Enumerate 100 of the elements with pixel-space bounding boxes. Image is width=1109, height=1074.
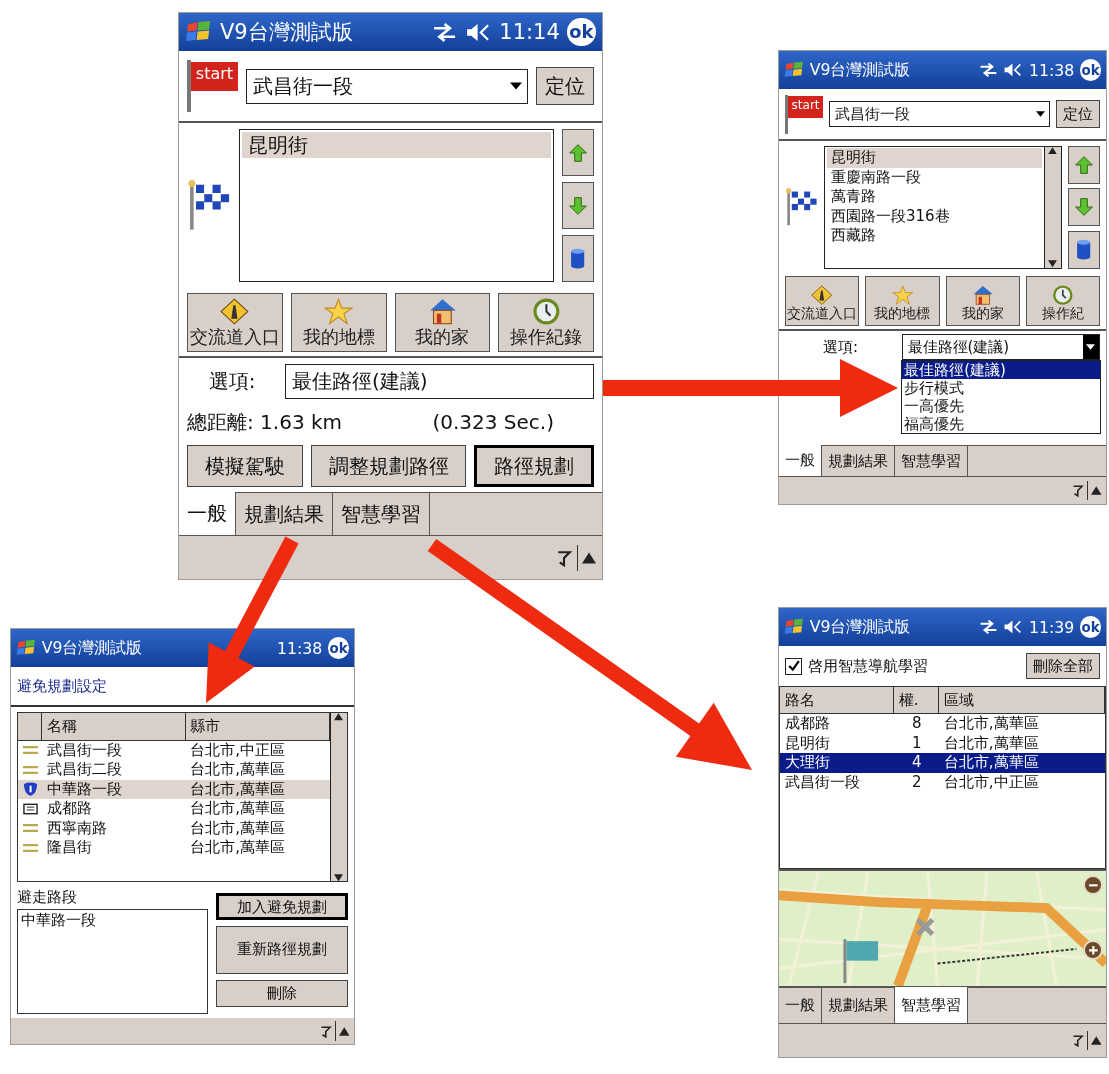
down-caret-icon xyxy=(334,873,344,882)
locate-button[interactable]: 定位 xyxy=(1056,99,1100,129)
ok-button[interactable]: ok xyxy=(567,17,596,47)
list-item[interactable]: 西園路一段316巷 xyxy=(826,206,1042,226)
sync-icon xyxy=(978,62,998,78)
table-row[interactable]: 武昌街一段 2 台北市,中正區 xyxy=(780,772,1105,793)
move-up-button[interactable] xyxy=(562,129,594,176)
table-row[interactable]: 隆昌街 台北市,萬華區 xyxy=(18,838,330,858)
plus-icon xyxy=(1088,945,1099,956)
table-row[interactable]: 大理街 4 台北市,萬華區 xyxy=(780,753,1105,773)
column-header[interactable]: 名稱 xyxy=(42,713,186,740)
road-icon xyxy=(22,841,38,854)
sync-icon xyxy=(978,619,998,635)
column-header[interactable]: 區域 xyxy=(939,687,1105,714)
avoided-road-list[interactable]: 中華路一段 xyxy=(17,908,209,1014)
action-button[interactable]: 調整規劃路徑 xyxy=(310,445,467,487)
checkered-flag-icon xyxy=(187,179,231,232)
window-title: V9台灣測試版 xyxy=(41,637,143,659)
shortcut-button[interactable]: 我的地標 xyxy=(290,292,387,352)
ok-button[interactable]: ok xyxy=(1079,616,1102,638)
list-item[interactable]: 昆明街 xyxy=(826,148,1042,168)
tab[interactable]: 一般 xyxy=(779,445,822,476)
up-caret-icon[interactable] xyxy=(582,551,596,564)
action-button[interactable]: 模擬駕駛 xyxy=(187,445,303,487)
table-cell-text: 2 xyxy=(911,772,923,793)
windows-flag-icon xyxy=(185,20,213,44)
keyboard-icon[interactable] xyxy=(318,1023,332,1039)
move-down-button[interactable] xyxy=(562,182,594,229)
list-item[interactable]: 昆明街 xyxy=(242,132,551,158)
start-flag: start xyxy=(785,94,824,134)
table-cell-text: 1 xyxy=(911,733,923,754)
window-title: V9台灣測試版 xyxy=(219,19,353,46)
locate-button[interactable]: 定位 xyxy=(536,67,594,105)
shortcut-button[interactable]: 我的家 xyxy=(394,292,491,352)
street-select[interactable]: 武昌街一段 xyxy=(245,68,528,104)
move-up-button[interactable] xyxy=(1068,145,1100,184)
list-item[interactable]: 萬青路 xyxy=(826,187,1042,207)
keyboard-icon[interactable] xyxy=(1070,483,1084,498)
action-button[interactable]: 重新路徑規劃 xyxy=(215,925,348,974)
table-row[interactable]: 昆明街 1 台北市,萬華區 xyxy=(780,733,1105,754)
action-button[interactable]: 刪除 xyxy=(215,979,348,1007)
street-select[interactable]: 武昌街一段 xyxy=(829,100,1050,128)
scrollbar[interactable] xyxy=(1043,146,1061,268)
table-cell-text: 4 xyxy=(911,753,923,773)
action-button[interactable]: 加入避免規劃 xyxy=(215,892,348,920)
down-arrow-icon xyxy=(568,195,588,216)
keyboard-icon[interactable] xyxy=(1070,1033,1084,1048)
scrollbar[interactable] xyxy=(329,713,347,882)
shortcut-button[interactable]: 我的家 xyxy=(945,276,1020,326)
up-caret-icon[interactable] xyxy=(1091,1036,1102,1045)
shortcut-button[interactable]: 我的地標 xyxy=(865,276,940,326)
windows-flag-icon xyxy=(783,61,805,79)
ok-button[interactable]: ok xyxy=(327,637,350,659)
table-cell-text: 台北市,萬華區 xyxy=(189,760,287,780)
shortcut-button[interactable]: 交流道入口 xyxy=(187,292,283,352)
list-item[interactable]: 西藏路 xyxy=(826,226,1042,246)
up-caret-icon[interactable] xyxy=(1091,486,1102,495)
clock-time: 11:38 xyxy=(277,638,323,658)
table-row[interactable]: 成都路 8 台北市,萬華區 xyxy=(780,714,1105,734)
table-cell-text: 8 xyxy=(911,714,923,734)
table-cell-text: 昆明街 xyxy=(783,733,831,754)
shortcut-button[interactable]: 交流道入口 xyxy=(785,276,860,326)
table-cell-text: 成都路 xyxy=(783,714,831,734)
star-icon xyxy=(324,297,353,325)
route-option-select[interactable]: 最佳路徑(建議) xyxy=(902,333,1100,361)
table-cell-text: 台北市,中正區 xyxy=(942,772,1040,793)
database-button[interactable] xyxy=(562,235,594,282)
page-heading: 避免規劃設定 xyxy=(17,676,107,696)
table-row[interactable]: 成都路 台北市,萬華區 xyxy=(18,799,330,819)
checkbox[interactable] xyxy=(785,657,802,675)
table-row[interactable]: 中華路一段 台北市,萬華區 xyxy=(18,779,330,799)
table-cell-text: 台北市,萬華區 xyxy=(189,779,287,799)
speaker-icon xyxy=(1003,62,1024,78)
column-header[interactable]: 縣市 xyxy=(185,713,330,740)
route-option-select[interactable]: 最佳路徑(建議) xyxy=(285,363,594,399)
table-row[interactable]: 武昌街二段 台北市,萬華區 xyxy=(18,760,330,780)
checkmark-icon xyxy=(787,660,800,672)
destination-list[interactable]: 昆明街 xyxy=(239,129,554,282)
column-header[interactable]: 權. xyxy=(894,687,940,714)
shortcut-button[interactable]: 操作紀錄 xyxy=(498,292,594,352)
move-down-button[interactable] xyxy=(1068,188,1100,226)
sync-icon xyxy=(432,21,458,43)
list-item[interactable]: 中華路一段 xyxy=(21,911,205,931)
list-item[interactable]: 重慶南路一段 xyxy=(826,167,1042,187)
table-cell-text: 台北市,萬華區 xyxy=(189,799,287,819)
shortcut-button[interactable]: 操作紀 xyxy=(1025,276,1100,326)
up-caret-icon[interactable] xyxy=(339,1026,350,1036)
destination-list[interactable]: 昆明街 重慶南路一段 萬青路 西園路一段316巷 西藏路 xyxy=(824,145,1062,269)
menu-item[interactable]: 最佳路徑(建議) xyxy=(902,361,1100,380)
action-button[interactable]: 路徑規劃 xyxy=(474,445,594,487)
clock-icon xyxy=(1052,285,1074,306)
up-caret-icon xyxy=(1048,146,1058,154)
delete-all-button[interactable]: 刪除全部 xyxy=(1026,653,1100,679)
column-header[interactable]: 路名 xyxy=(780,687,895,714)
table-row[interactable]: 西寧南路 台北市,萬華區 xyxy=(18,818,330,838)
tab[interactable]: 一般 xyxy=(179,492,236,535)
database-button[interactable] xyxy=(1068,230,1100,269)
ok-button[interactable]: ok xyxy=(1079,59,1102,81)
table-row[interactable]: 武昌街一段 台北市,中正區 xyxy=(18,740,330,760)
tab[interactable]: 智慧學習 xyxy=(895,987,968,1023)
